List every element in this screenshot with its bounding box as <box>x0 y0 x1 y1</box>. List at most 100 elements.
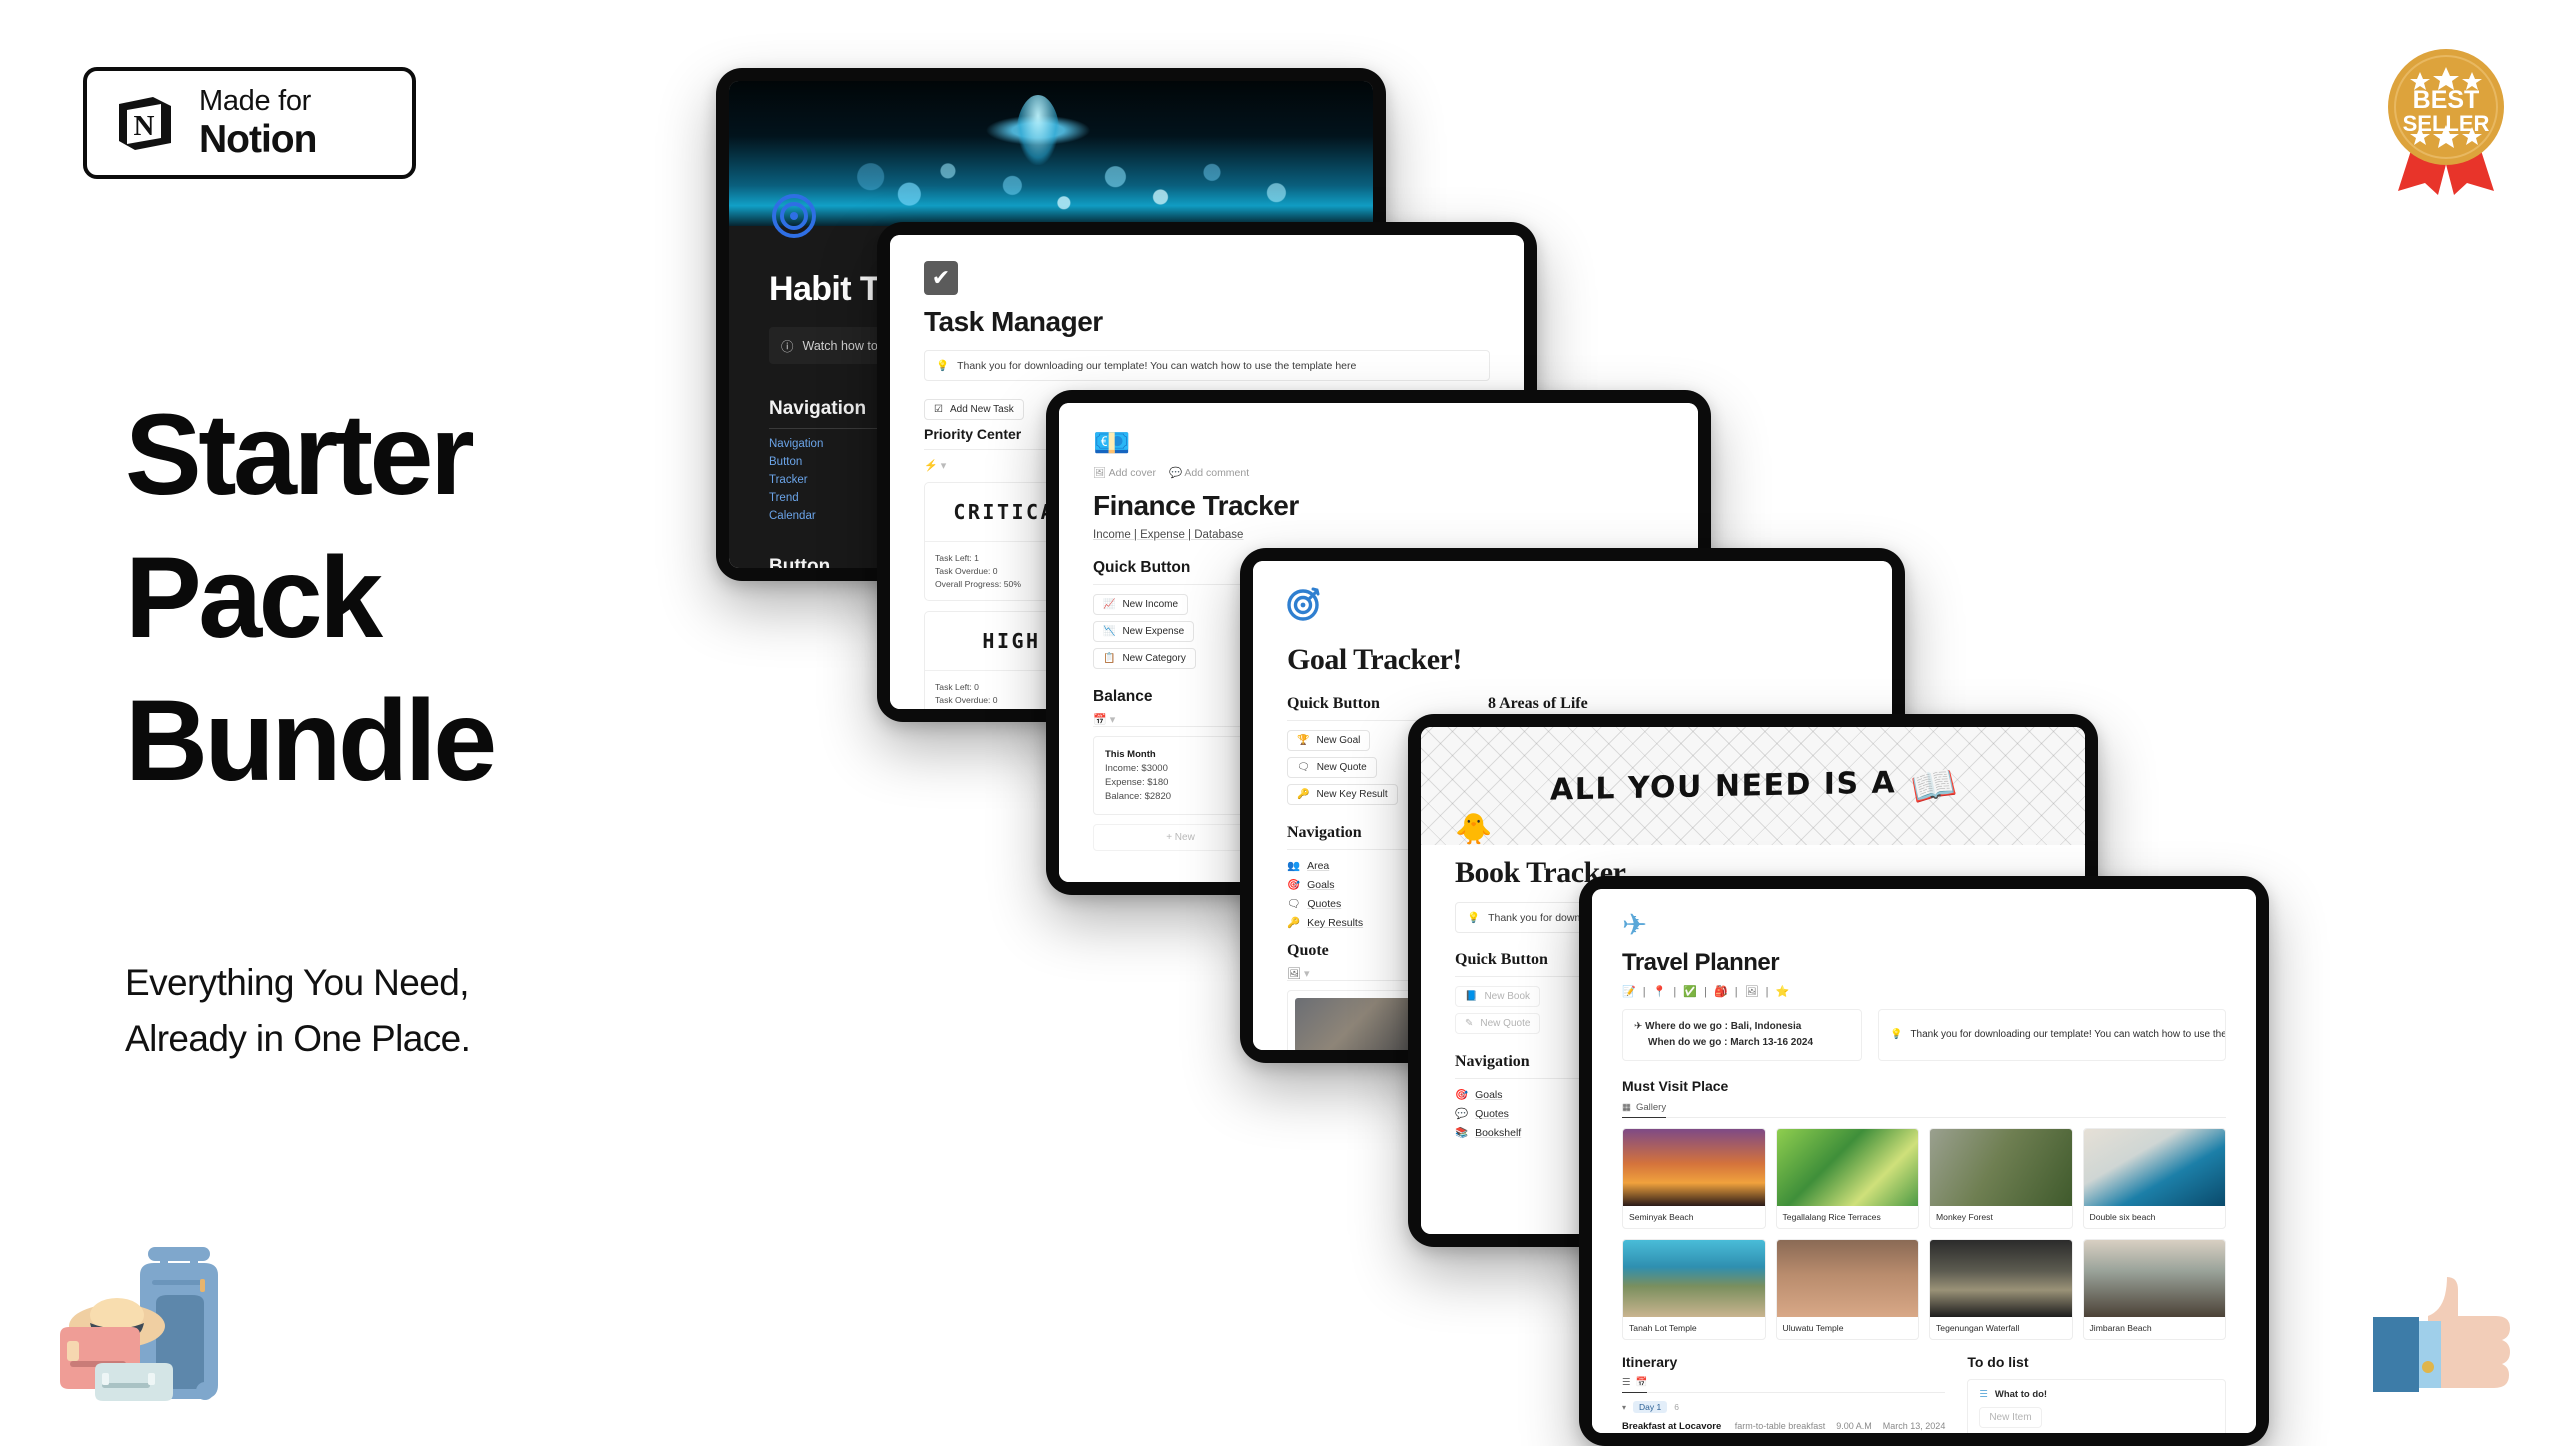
new-quote-button[interactable]: 🗨 New Quote <box>1287 757 1377 778</box>
best-seller-line1: BEST <box>2413 86 2480 114</box>
checkmark-icon: ✔ <box>924 261 958 295</box>
speech-icon: 🗨 <box>1297 762 1310 773</box>
new-key-result-button[interactable]: 🔑 New Key Result <box>1287 784 1398 805</box>
chart-up-icon: 📈 <box>1103 599 1116 610</box>
travel-planner-title: Travel Planner <box>1622 949 1780 976</box>
gallery-caption: Double six beach <box>2089 1212 2156 1222</box>
gallery-grid-icon: ▦ <box>1622 1102 1631 1113</box>
new-expense-button[interactable]: 📉 New Expense <box>1093 621 1195 642</box>
travel-callout[interactable]: 💡 Thank you for downloading our template… <box>1878 1009 2226 1061</box>
add-new-task-label: Add New Task <box>949 404 1014 415</box>
new-income-button[interactable]: 📈 New Income <box>1093 594 1189 615</box>
subheadline-line-1: Everything You Need, <box>125 962 469 1003</box>
target-icon: 🎯 <box>1455 1089 1469 1101</box>
page-meta-row: 🖼 Add cover 💬 Add comment <box>1093 466 1664 479</box>
must-visit-gallery: Seminyak Beach Tegallalang Rice Terraces… <box>1622 1128 2226 1340</box>
task-manager-callout[interactable]: 💡 Thank you for downloading our template… <box>924 350 1490 381</box>
luggage-illustration <box>30 1235 290 1440</box>
gallery-photo <box>1930 1240 2072 1317</box>
screen-travel-planner: ✈ Travel Planner 📝 | 📍 | ✅ | 🎒 | 🖼 | ⭐ ✈… <box>1592 889 2256 1433</box>
gallery-photo <box>1623 1240 1765 1317</box>
add-cover-button[interactable]: 🖼 Add cover <box>1093 466 1156 479</box>
calendar-icon: 📅 <box>1635 1377 1648 1388</box>
svg-text:N: N <box>134 110 155 142</box>
tablet-travel-planner[interactable]: ✈ Travel Planner 📝 | 📍 | ✅ | 🎒 | 🖼 | ⭐ ✈… <box>1579 876 2269 1446</box>
gallery-photo <box>1930 1129 2072 1206</box>
trophy-icon: 🏆 <box>1297 735 1310 746</box>
itinerary-view-tab[interactable]: ☰ 📅 <box>1622 1377 1648 1393</box>
gallery-card[interactable]: Jimbaran Beach <box>2082 1239 2226 1340</box>
list-icon: ☰ <box>1622 1377 1631 1388</box>
chevron-down-icon: ▾ <box>1622 1402 1627 1412</box>
todo-column: To do list ☰ What to do! New Item ☐ To-d… <box>1967 1354 2226 1433</box>
where-label: Where do we go : <box>1645 1021 1728 1032</box>
day-group-header[interactable]: ▾ Day 1 6 <box>1622 1401 1945 1413</box>
day-chip: Day 1 <box>1633 1401 1668 1413</box>
chick-icon: 🐥 <box>1455 813 1493 846</box>
gallery-caption: Seminyak Beach <box>1629 1212 1694 1222</box>
must-visit-heading: Must Visit Place <box>1622 1078 1729 1094</box>
new-quote-button[interactable]: ✎ New Quote <box>1455 1013 1541 1034</box>
chart-down-icon: 📉 <box>1103 626 1116 637</box>
add-comment-button[interactable]: 💬 Add comment <box>1169 466 1249 479</box>
key-icon: 🔑 <box>1297 789 1310 800</box>
gallery-photo <box>1623 1129 1765 1206</box>
book-cover-text: ALL YOU NEED IS A <box>1550 764 1897 808</box>
todo-db-title[interactable]: ☰ What to do! <box>1979 1389 2214 1400</box>
when-label: When do we go : <box>1648 1037 1728 1048</box>
best-seller-line2: SELLER <box>2403 111 2490 136</box>
gallery-card[interactable]: Seminyak Beach <box>1622 1128 1766 1229</box>
made-for-notion-badge: N Made for Notion <box>83 67 416 179</box>
notion-cube-icon: N <box>113 91 177 155</box>
gallery-card[interactable]: Double six beach <box>2082 1128 2226 1229</box>
divider <box>1622 1117 2226 1118</box>
airplane-icon: ✈ <box>1622 909 1648 942</box>
itinerary-row[interactable]: Breakfast at Locavore farm-to-table brea… <box>1622 1421 1945 1432</box>
open-book-icon: 📖 <box>1906 760 1960 811</box>
new-book-button[interactable]: 📘 New Book <box>1455 986 1541 1007</box>
lightbulb-icon: 💡 <box>1467 912 1481 924</box>
badge-text: Made for Notion <box>199 87 317 160</box>
gallery-view-tab[interactable]: ▦ Gallery <box>1622 1102 1667 1118</box>
gallery-card[interactable]: Tanah Lot Temple <box>1622 1239 1766 1340</box>
task-manager-callout-text: Thank you for downloading our template! … <box>957 359 1357 372</box>
checkbox-icon: ☑ <box>934 404 943 415</box>
travel-callout-text: Thank you for downloading our template! … <box>1910 1029 2226 1040</box>
pencil-icon: ✎ <box>1465 1018 1474 1029</box>
travel-info-row: ✈ Where do we go : Bali, Indonesia When … <box>1622 1009 2226 1061</box>
network-icon: 👥 <box>1287 860 1301 872</box>
goal-tracker-title: Goal Tracker! <box>1287 643 1462 676</box>
finance-tracker-subtitle[interactable]: Income | Expense | Database <box>1093 529 1664 541</box>
headline-line-1: Starter <box>125 391 475 519</box>
books-icon: 📚 <box>1455 1127 1469 1139</box>
target-icon: 🎯 <box>1287 879 1301 891</box>
money-icon: 💶 <box>1093 427 1131 460</box>
destination-box: ✈ Where do we go : Bali, Indonesia When … <box>1622 1009 1862 1061</box>
gallery-photo <box>2083 1129 2225 1206</box>
gallery-caption: Uluwatu Temple <box>1782 1323 1844 1333</box>
thumbs-up-illustration <box>2355 1255 2540 1440</box>
subheadline: Everything You Need, Already in One Plac… <box>125 955 725 1066</box>
headline-line-2: Pack <box>125 534 383 662</box>
gallery-card[interactable]: Tegenungan Waterfall <box>1929 1239 2073 1340</box>
speech-icon: 🗨 <box>1287 898 1301 910</box>
new-item-button[interactable]: New Item <box>1979 1407 2042 1428</box>
new-category-button[interactable]: 📋 New Category <box>1093 648 1196 669</box>
new-goal-button[interactable]: 🏆 New Goal <box>1287 730 1371 751</box>
gallery-card[interactable]: Uluwatu Temple <box>1775 1239 1919 1340</box>
water-drop-graphic <box>1016 95 1061 165</box>
day-count: 6 <box>1674 1402 1679 1412</box>
habit-cover-image <box>729 81 1373 226</box>
balance-income: Income: $3000 <box>1105 763 1168 774</box>
gallery-card[interactable]: Tegallalang Rice Terraces <box>1775 1128 1919 1229</box>
add-new-task-button[interactable]: ☑ Add New Task <box>924 399 1024 420</box>
gallery-caption: Jimbaran Beach <box>2089 1323 2152 1333</box>
balance-total: Balance: $2820 <box>1105 791 1172 802</box>
travel-emoji-row: 📝 | 📍 | ✅ | 🎒 | 🖼 | ⭐ <box>1622 986 1792 998</box>
best-seller-badge: BEST SELLER <box>2380 45 2512 195</box>
gallery-card[interactable]: Monkey Forest <box>1929 1128 2073 1229</box>
itinerary-name: Breakfast at Locavore <box>1622 1421 1722 1432</box>
info-icon: ⓘ <box>781 340 794 354</box>
airplane-small-icon: ✈ <box>1634 1021 1643 1032</box>
finance-tracker-title: Finance Tracker <box>1093 490 1299 521</box>
